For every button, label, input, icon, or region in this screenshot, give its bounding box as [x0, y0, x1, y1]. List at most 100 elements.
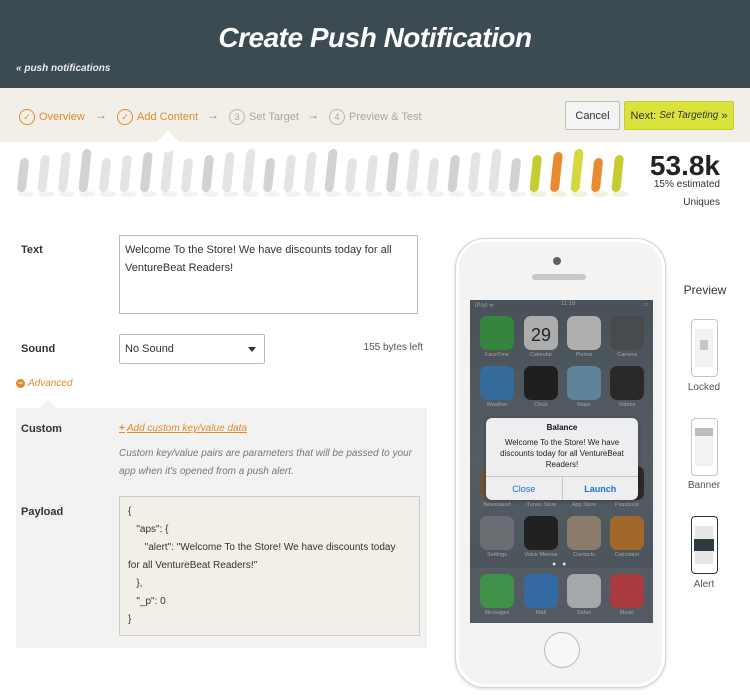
crowd-figure — [99, 158, 116, 197]
crowd-figure — [468, 152, 485, 197]
double-chevron-icon: » — [721, 109, 728, 122]
arrow-right-icon: → — [95, 108, 107, 122]
bytes-left: 155 bytes left — [363, 342, 423, 353]
crowd-figure — [119, 155, 137, 197]
crowd-figure — [304, 152, 321, 197]
sound-select[interactable]: No Sound — [119, 334, 265, 364]
back-link[interactable]: « push notifications — [16, 63, 110, 74]
payload-line: "alert": "Welcome To the Store! We have … — [128, 542, 396, 553]
step-number: 4 — [329, 109, 345, 125]
sound-value: No Sound — [125, 343, 174, 355]
crowd-figure — [591, 158, 608, 197]
alert-box-icon — [694, 539, 714, 551]
payload-line: "_p": 0 — [128, 596, 166, 607]
crowd-figure — [386, 152, 403, 197]
audience-uniques-label: Uniques — [683, 197, 720, 208]
step-overview[interactable]: ✓ Overview — [19, 108, 85, 126]
banner-bar-icon — [695, 428, 713, 436]
caret-down-icon — [248, 347, 256, 352]
crowd-figure — [58, 152, 75, 197]
next-label: Next: — [630, 109, 657, 122]
crowd-figure — [324, 149, 342, 197]
lock-icon — [700, 340, 708, 350]
crowd-figure — [140, 152, 157, 197]
step-label: Overview — [39, 111, 85, 123]
check-icon: ✓ — [117, 109, 133, 125]
crowd-figure — [242, 149, 260, 197]
crowd-figure — [488, 149, 506, 197]
preview-alert-option[interactable] — [691, 516, 718, 574]
crowd-figure — [78, 149, 96, 197]
crowd-figure — [570, 149, 588, 197]
text-field[interactable]: Welcome To the Store! We have discounts … — [119, 235, 418, 314]
crowd-figure — [406, 149, 424, 197]
advanced-toggle[interactable]: − Advanced — [16, 378, 72, 389]
audience-crowd-graphic — [0, 142, 640, 202]
phone-home-button — [544, 632, 580, 668]
step-number: 3 — [229, 109, 245, 125]
custom-hint: Custom key/value pairs are parameters th… — [119, 448, 412, 477]
header: Create Push Notification « push notifica… — [0, 0, 750, 88]
alert-title: Balance — [546, 423, 578, 432]
arrow-right-icon: → — [207, 108, 219, 122]
crowd-figure — [17, 158, 34, 197]
preview-alert-label: Alert — [693, 579, 715, 590]
preview-locked-label: Locked — [687, 382, 721, 393]
crowd-figure — [201, 155, 219, 197]
payload-field[interactable]: { "aps": { "alert": "Welcome To the Stor… — [119, 496, 420, 636]
alert-dialog: Balance Welcome To the Store! We have di… — [486, 418, 638, 500]
crowd-figure — [509, 158, 526, 197]
audience-estimate: 15% estimated — [653, 179, 720, 190]
page-title: Create Push Notification — [218, 22, 532, 53]
add-kv-label: Add custom key/value data — [126, 423, 247, 434]
advanced-label: Advanced — [28, 378, 73, 389]
custom-label: Custom — [21, 423, 62, 435]
crowd-figure — [611, 155, 629, 197]
alert-message: Welcome To the Store! We have discounts … — [500, 438, 624, 469]
step-label: Set Target — [249, 111, 299, 123]
crowd-figure — [427, 158, 444, 197]
payload-line: }, — [128, 578, 143, 589]
next-sub-label: Set Targeting — [659, 110, 719, 121]
minus-circle-icon: − — [16, 378, 25, 388]
crowd-figure — [222, 152, 239, 197]
preview-title: Preview — [683, 283, 727, 297]
crowd-figure — [365, 155, 383, 197]
step-preview-test[interactable]: 4 Preview & Test — [329, 108, 422, 126]
alert-buttons: Close Launch — [486, 476, 638, 500]
cancel-button[interactable]: Cancel — [565, 101, 620, 130]
step-label: Add Content — [137, 111, 199, 123]
check-icon: ✓ — [19, 109, 35, 125]
next-set-targeting-button[interactable]: Next: Set Targeting » — [624, 101, 734, 130]
alert-close-button[interactable]: Close — [486, 477, 562, 500]
sound-label: Sound — [21, 343, 56, 355]
crowd-figure — [447, 155, 465, 197]
payload-line: "aps": { — [128, 524, 169, 535]
preview-banner-option[interactable] — [691, 418, 718, 476]
crowd-figure — [263, 158, 280, 197]
preview-banner-label: Banner — [687, 480, 721, 491]
crowd-figure — [283, 155, 301, 197]
phone-speaker — [532, 274, 586, 280]
crowd-figure — [37, 155, 55, 197]
arrow-right-icon: → — [307, 108, 319, 122]
preview-locked-option[interactable] — [691, 319, 718, 377]
payload-label: Payload — [21, 506, 64, 518]
step-set-target[interactable]: 3 Set Target — [229, 108, 299, 126]
page-dots: ● ● — [552, 561, 569, 568]
audience-count: 53.8k — [649, 150, 720, 181]
payload-line: { — [128, 506, 132, 517]
crowd-figure — [181, 158, 198, 197]
plus-icon: + — [119, 423, 125, 434]
add-custom-data-link[interactable]: + Add custom key/value data — [119, 423, 247, 434]
phone-camera — [553, 257, 561, 265]
text-label: Text — [21, 244, 43, 256]
crowd-figure — [345, 158, 362, 197]
crowd-figure — [160, 149, 178, 197]
alert-launch-button[interactable]: Launch — [561, 477, 639, 500]
payload-line: } — [128, 614, 132, 625]
payload-line: for all VentureBeat Readers!" — [128, 560, 258, 571]
step-add-content[interactable]: ✓ Add Content — [117, 108, 198, 126]
step-label: Preview & Test — [349, 111, 422, 123]
crowd-figure — [550, 152, 567, 197]
